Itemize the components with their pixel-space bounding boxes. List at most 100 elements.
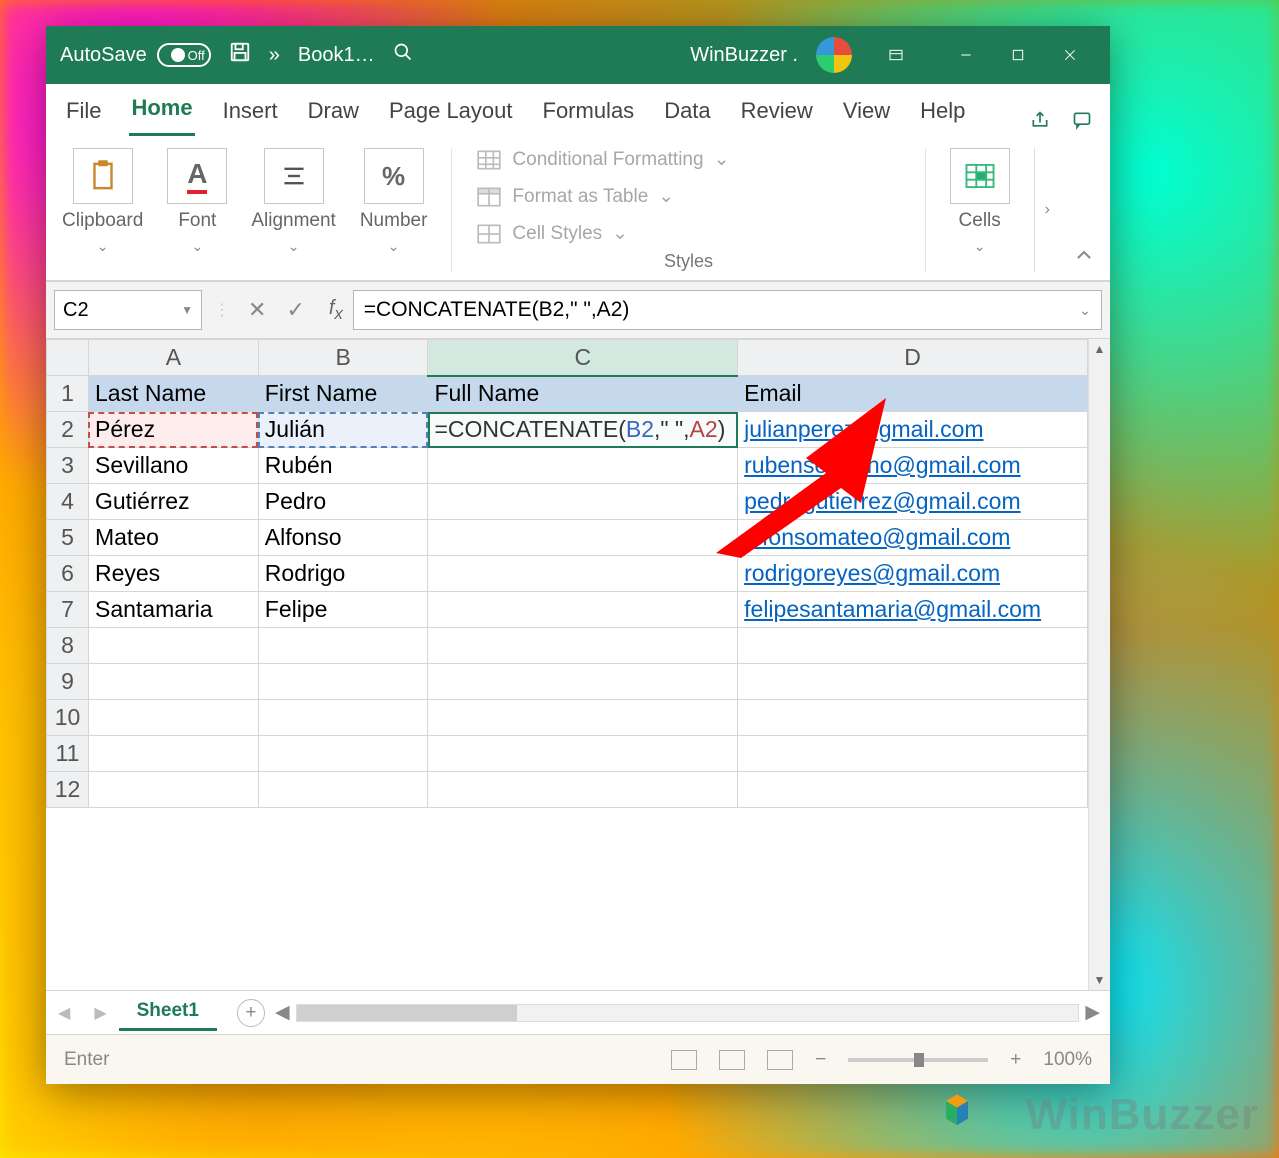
group-alignment[interactable]: Alignment ⌄ <box>251 148 336 272</box>
cell[interactable] <box>258 700 428 736</box>
row-header[interactable]: 12 <box>47 772 89 808</box>
cell[interactable]: Felipe <box>258 592 428 628</box>
vertical-scrollbar[interactable]: ▲ ▼ <box>1088 339 1110 990</box>
cell[interactable]: Alfonso <box>258 520 428 556</box>
cell[interactable] <box>88 628 258 664</box>
cell[interactable]: Rodrigo <box>258 556 428 592</box>
row-header[interactable]: 9 <box>47 664 89 700</box>
ribbon-overflow[interactable]: › <box>1034 148 1050 272</box>
group-clipboard[interactable]: Clipboard ⌄ <box>62 148 143 272</box>
zoom-in-icon[interactable]: + <box>1010 1049 1021 1071</box>
toggle-switch[interactable]: Off <box>157 43 211 67</box>
cell[interactable] <box>88 700 258 736</box>
cell[interactable] <box>738 736 1088 772</box>
row-header[interactable]: 1 <box>47 376 89 412</box>
tab-file[interactable]: File <box>64 88 103 136</box>
cell[interactable] <box>428 556 738 592</box>
row-header[interactable]: 6 <box>47 556 89 592</box>
group-font[interactable]: A Font ⌄ <box>167 148 227 272</box>
cell[interactable] <box>428 736 738 772</box>
cell[interactable] <box>88 772 258 808</box>
select-all-corner[interactable] <box>47 340 89 376</box>
cell[interactable] <box>88 736 258 772</box>
tab-help[interactable]: Help <box>918 88 967 136</box>
format-as-table-button[interactable]: Format as Table ⌄ <box>476 185 900 208</box>
close-button[interactable] <box>1044 36 1096 74</box>
conditional-formatting-button[interactable]: Conditional Formatting ⌄ <box>476 148 900 171</box>
cell[interactable]: Email <box>738 376 1088 412</box>
expand-formula-icon[interactable]: ⌄ <box>1079 302 1091 319</box>
col-header-a[interactable]: A <box>88 340 258 376</box>
cell[interactable]: rubensevillano@gmail.com <box>738 448 1088 484</box>
maximize-button[interactable] <box>992 36 1044 74</box>
minimize-button[interactable] <box>940 36 992 74</box>
cell[interactable] <box>428 772 738 808</box>
cell[interactable]: Pedro <box>258 484 428 520</box>
cell-styles-button[interactable]: Cell Styles ⌄ <box>476 222 900 245</box>
col-header-c[interactable]: C <box>428 340 738 376</box>
cell-a2[interactable]: Pérez <box>88 412 258 448</box>
tab-review[interactable]: Review <box>739 88 815 136</box>
row-header[interactable]: 2 <box>47 412 89 448</box>
cell[interactable]: rodrigoreyes@gmail.com <box>738 556 1088 592</box>
cell[interactable]: Rubén <box>258 448 428 484</box>
search-icon[interactable] <box>393 42 413 68</box>
cell[interactable]: Santamaria <box>88 592 258 628</box>
comments-icon[interactable] <box>1072 110 1092 136</box>
user-label[interactable]: WinBuzzer . <box>690 44 798 67</box>
view-page-layout-icon[interactable] <box>719 1050 745 1070</box>
scroll-up-icon[interactable]: ▲ <box>1089 339 1110 359</box>
cancel-formula-icon[interactable]: ✕ <box>248 297 266 323</box>
tab-home[interactable]: Home <box>129 85 194 136</box>
view-page-break-icon[interactable] <box>767 1050 793 1070</box>
accept-formula-icon[interactable]: ✓ <box>286 297 304 323</box>
name-box[interactable]: C2 ▼ <box>54 290 202 330</box>
tab-view[interactable]: View <box>841 88 892 136</box>
scroll-thumb[interactable] <box>297 1005 517 1021</box>
row-header[interactable]: 3 <box>47 448 89 484</box>
cell[interactable] <box>428 700 738 736</box>
save-icon[interactable] <box>229 41 251 69</box>
cell[interactable] <box>258 628 428 664</box>
cell[interactable] <box>738 664 1088 700</box>
tab-data[interactable]: Data <box>662 88 712 136</box>
cell[interactable]: julianperez@gmail.com <box>738 412 1088 448</box>
zoom-level[interactable]: 100% <box>1043 1049 1092 1071</box>
cell[interactable] <box>258 772 428 808</box>
cell[interactable]: felipesantamaria@gmail.com <box>738 592 1088 628</box>
sheet-nav-next[interactable]: ▶ <box>82 1003 118 1023</box>
formula-bar[interactable]: =CONCATENATE(B2," ",A2) ⌄ <box>353 290 1102 330</box>
cell-b2[interactable]: Julián <box>258 412 428 448</box>
row-header[interactable]: 10 <box>47 700 89 736</box>
cell[interactable] <box>738 772 1088 808</box>
cell[interactable] <box>428 592 738 628</box>
group-number[interactable]: % Number ⌄ <box>360 148 428 272</box>
ribbon-mode-button[interactable] <box>870 36 922 74</box>
tab-draw[interactable]: Draw <box>306 88 361 136</box>
row-header[interactable]: 7 <box>47 592 89 628</box>
cell[interactable] <box>738 700 1088 736</box>
document-title[interactable]: Book1… <box>298 44 375 67</box>
cell[interactable] <box>258 664 428 700</box>
autosave-toggle[interactable]: AutoSave Off <box>60 43 211 67</box>
cell[interactable] <box>428 484 738 520</box>
add-sheet-button[interactable]: + <box>237 999 265 1027</box>
cell[interactable] <box>258 736 428 772</box>
cell-c2-active[interactable]: =CONCATENATE(B2," ",A2) <box>428 412 738 448</box>
row-header[interactable]: 5 <box>47 520 89 556</box>
cell[interactable]: alfonsomateo@gmail.com <box>738 520 1088 556</box>
cell[interactable] <box>88 664 258 700</box>
cell[interactable]: Sevillano <box>88 448 258 484</box>
cell[interactable]: pedrogutierrez@gmail.com <box>738 484 1088 520</box>
col-header-b[interactable]: B <box>258 340 428 376</box>
cell[interactable] <box>428 448 738 484</box>
qat-overflow[interactable]: » <box>269 44 280 67</box>
worksheet-grid[interactable]: A B C D 1 Last Name First Name Full Name… <box>46 339 1088 808</box>
row-header[interactable]: 4 <box>47 484 89 520</box>
cell[interactable] <box>428 520 738 556</box>
tab-page-layout[interactable]: Page Layout <box>387 88 515 136</box>
row-header[interactable]: 8 <box>47 628 89 664</box>
row-header[interactable]: 11 <box>47 736 89 772</box>
share-icon[interactable] <box>1030 110 1050 136</box>
sheet-nav-prev[interactable]: ◀ <box>46 1003 82 1023</box>
